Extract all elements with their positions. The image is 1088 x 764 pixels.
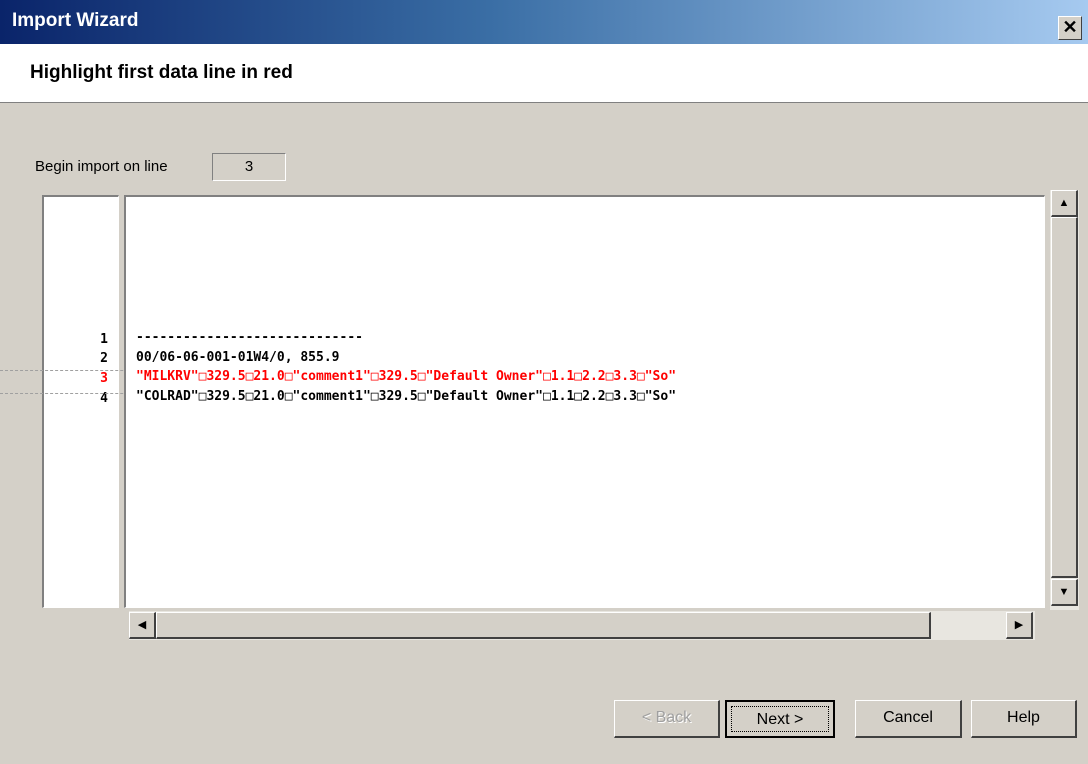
- line-number-gutter: 1 2 3 4: [42, 195, 119, 608]
- vertical-scrollbar[interactable]: ▲ ▼: [1050, 190, 1079, 610]
- scroll-up-icon[interactable]: ▲: [1051, 190, 1078, 217]
- scroll-down-icon[interactable]: ▼: [1051, 579, 1078, 606]
- close-icon[interactable]: ✕: [1058, 16, 1082, 40]
- preview-line-highlighted[interactable]: "MILKRV"□329.5□21.0□"comment1"□329.5□"De…: [136, 369, 676, 384]
- horizontal-scroll-thumb[interactable]: [156, 612, 931, 639]
- line-number: 1: [100, 332, 108, 347]
- help-button[interactable]: Help: [971, 700, 1077, 738]
- scroll-left-icon[interactable]: ◀: [129, 612, 156, 639]
- cancel-button[interactable]: Cancel: [855, 700, 962, 738]
- file-preview[interactable]: ----------------------------- 00/06-06-0…: [124, 195, 1045, 608]
- next-button-label: Next >: [731, 706, 829, 732]
- window-title: Import Wizard: [12, 10, 139, 31]
- page-heading: Highlight first data line in red: [30, 62, 293, 83]
- line-number-highlighted: 3: [100, 371, 108, 386]
- begin-import-label: Begin import on line: [35, 158, 168, 175]
- scroll-right-icon[interactable]: ▶: [1006, 612, 1033, 639]
- preview-line[interactable]: 00/06-06-001-01W4/0, 855.9: [136, 350, 340, 365]
- vertical-scroll-thumb[interactable]: [1051, 217, 1078, 578]
- preview-line[interactable]: "COLRAD"□329.5□21.0□"comment1"□329.5□"De…: [136, 389, 676, 404]
- wizard-header: Highlight first data line in red: [0, 44, 1088, 103]
- begin-import-line-field[interactable]: 3: [212, 153, 286, 181]
- back-button[interactable]: < Back: [614, 700, 720, 738]
- title-bar: Import Wizard ✕: [0, 0, 1088, 44]
- horizontal-scrollbar[interactable]: ◀ ▶: [129, 611, 1035, 640]
- line-number: 2: [100, 351, 108, 366]
- next-button[interactable]: Next >: [725, 700, 835, 738]
- preview-line[interactable]: -----------------------------: [136, 330, 363, 345]
